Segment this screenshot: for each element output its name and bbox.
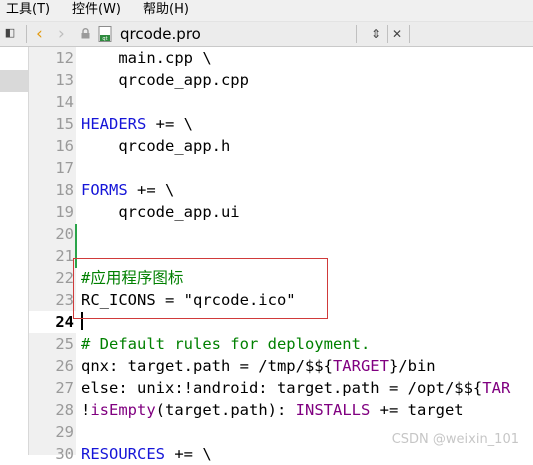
lock-icon[interactable] [81,28,90,39]
line-number: 18 [55,181,74,199]
code-text: TARGET [332,357,389,375]
code-line[interactable]: 19 qrcode_app.ui [29,201,533,223]
menu-help[interactable]: 帮助(H) [143,1,189,19]
toolbar-divider [26,25,27,43]
side-panel-selected-item[interactable] [0,70,28,92]
line-number: 26 [55,357,74,375]
code-text: HEADERS [81,115,147,133]
code-text: # Default rules for deployment. [81,335,371,353]
code-line[interactable]: 27 else: unix:!android: target.path = /op… [29,377,533,399]
annotation-box [73,258,328,319]
code-text: else: unix:!android: target.path = /opt/… [81,379,483,397]
code-text: INSTALLS [295,401,371,419]
code-text: FORMS += \ [81,179,174,201]
code-text: ! [81,401,91,419]
editor-toolbar: ◧ ‹ › qt qrcode.pro ⇕ ✕ [0,22,533,47]
line-number: 25 [55,335,74,353]
menu-tools[interactable]: 工具(T) [6,1,50,19]
code-text: += target [370,401,464,419]
open-file-name[interactable]: qrcode.pro [120,25,201,43]
toolbar-divider [356,25,357,43]
code-text: qnx: target.path = /tmp/$${TARGET}/bin [81,355,436,377]
line-number: 28 [55,401,74,419]
code-text: else: unix:!android: target.path = /opt/… [81,377,510,399]
svg-text:qt: qt [102,36,107,42]
code-text: }/bin [388,357,436,375]
code-text: !isEmpty(target.path): INSTALLS += targe… [81,399,464,421]
menu-widgets[interactable]: 控件(W) [72,1,121,19]
code-line[interactable]: 26 qnx: target.path = /tmp/$${TARGET}/bin [29,355,533,377]
code-text: qrcode_app.cpp [81,71,249,89]
toolbar-divider [387,25,388,43]
code-line[interactable]: 13 qrcode_app.cpp [29,69,533,91]
code-text: FORMS [81,181,128,199]
code-text: isEmpty [90,401,156,419]
code-text: qnx: target.path = /tmp/$${ [81,357,333,375]
code-line[interactable]: 12 main.cpp \ [29,47,533,69]
code-line[interactable]: 20 [29,223,533,245]
line-number: 19 [55,203,74,221]
code-line[interactable]: 15 HEADERS += \ [29,113,533,135]
code-text: HEADERS += \ [81,113,193,135]
code-text: qrcode_app.h [81,137,231,155]
menu-bar: 工具(T) 控件(W) 帮助(H) [0,0,533,22]
code-line[interactable]: 16 qrcode_app.h [29,135,533,157]
back-arrow-icon[interactable]: ‹ [36,23,43,45]
side-panel[interactable] [0,47,29,455]
line-number: 29 [55,423,74,441]
code-line[interactable]: 28 !isEmpty(target.path): INSTALLS += tar… [29,399,533,421]
line-number: 14 [55,93,74,111]
code-text: += \ [146,115,193,133]
line-number: 13 [55,71,74,89]
line-number: 27 [55,379,74,397]
line-number: 21 [55,247,74,265]
line-number: 23 [55,291,74,309]
forward-arrow-icon[interactable]: › [58,23,65,45]
toggle-sidebar-icon[interactable]: ◧ [3,26,17,40]
line-number: 16 [55,137,74,155]
split-updown-icon[interactable]: ⇕ [368,25,384,43]
line-number: 12 [55,49,74,67]
code-editor[interactable]: 12 main.cpp \ 13 qrcode_app.cpp 14 15 HEA… [29,47,533,465]
toolbar-divider [409,25,410,43]
line-number: 30 [55,445,74,463]
watermark: CSDN @weixin_101 [391,432,519,447]
line-number: 17 [55,159,74,177]
code-text: main.cpp \ [81,49,212,67]
code-text: TAR [482,379,511,397]
code-line[interactable]: 25 # Default rules for deployment. [29,333,533,355]
code-text: (target.path): [155,401,296,419]
code-text: qrcode_app.ui [81,203,240,221]
code-line[interactable]: 18 FORMS += \ [29,179,533,201]
close-icon[interactable]: ✕ [389,25,405,43]
code-line[interactable]: 14 [29,91,533,113]
line-number: 24 [55,313,74,331]
line-number: 15 [55,115,74,133]
code-line[interactable]: 17 [29,157,533,179]
code-text: += \ [127,181,175,199]
line-number: 20 [55,225,74,243]
code-text: += \ [165,445,212,463]
code-text: RESOURCES [81,445,165,463]
code-text: RESOURCES += \ [81,443,212,465]
project-file-icon: qt [98,26,112,42]
line-number: 22 [55,269,74,287]
